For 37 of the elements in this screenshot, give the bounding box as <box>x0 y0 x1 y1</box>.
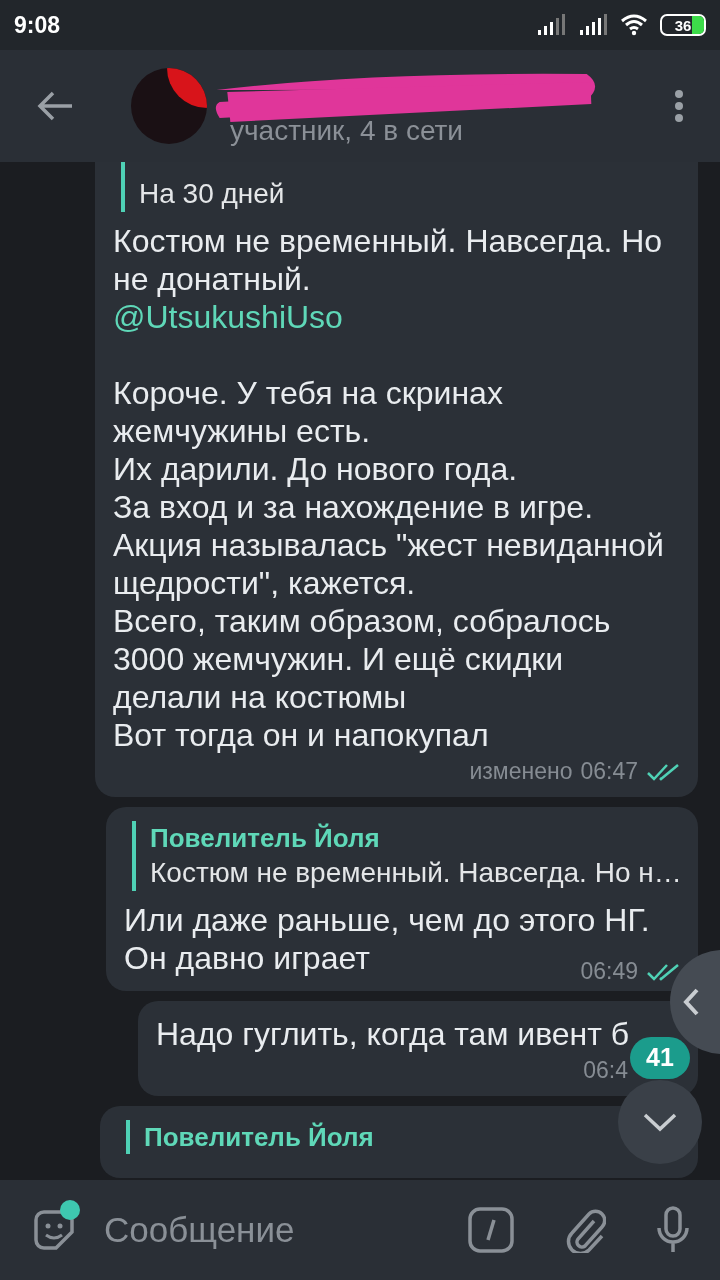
battery-indicator: 36 <box>660 14 706 36</box>
back-arrow-icon[interactable] <box>36 90 74 122</box>
message-time: 06:49 <box>580 960 638 983</box>
reply-author: Повелитель Йоля <box>144 1121 374 1154</box>
message-time: 06:47 <box>580 760 638 783</box>
message-text: Костюм не временный. Навсегда. Но <box>113 222 664 260</box>
message-text: делали на костюмы <box>113 678 408 716</box>
microphone-icon[interactable] <box>656 1206 690 1254</box>
message-text: щедрости", кажется. <box>113 564 417 602</box>
status-time: 9:08 <box>14 10 61 40</box>
chevron-left-icon <box>682 987 700 1017</box>
signal-icon <box>536 14 566 36</box>
message-text: Вот тогда он и напокупал <box>113 716 490 754</box>
message-time: 06:4 <box>583 1059 628 1082</box>
more-options-icon[interactable] <box>674 89 684 123</box>
reply-quote: На 30 дней <box>139 177 285 211</box>
edited-label: изменено <box>469 760 573 783</box>
reply-quote: Костюм не временный. Навсегда. Но н… <box>150 856 682 890</box>
message-text: 3000 жемчужин. И ещё скидки <box>113 640 565 678</box>
message-text: Короче. У тебя на скринах <box>113 374 504 412</box>
signal-icon <box>578 14 608 36</box>
message-text: Их дарили. До нового года. <box>113 450 519 488</box>
paperclip-icon[interactable] <box>564 1207 606 1253</box>
wifi-icon <box>620 14 648 36</box>
message-text: Акция называлась "жест невиданной <box>113 526 665 564</box>
message-text: Всего, таким образом, собралось <box>113 602 612 640</box>
chevron-down-icon <box>642 1112 678 1132</box>
message-text: Надо гуглить, когда там ивент б <box>156 1015 631 1053</box>
message-text: Или даже раньше, чем до этого НГ. <box>124 901 651 939</box>
message-text: не донатный. <box>113 260 312 298</box>
mention-link[interactable]: @UtsukushiUso <box>113 298 680 336</box>
slash-command-icon[interactable] <box>468 1207 514 1253</box>
message-text: За вход и за нахождение в игре. <box>113 488 594 526</box>
message-text: Он давно играет <box>124 939 370 977</box>
message-text: жемчужины есть. <box>113 412 372 450</box>
reply-author: Повелитель Йоля <box>150 822 380 855</box>
chat-subtitle: участник, 4 в сети <box>230 114 463 148</box>
